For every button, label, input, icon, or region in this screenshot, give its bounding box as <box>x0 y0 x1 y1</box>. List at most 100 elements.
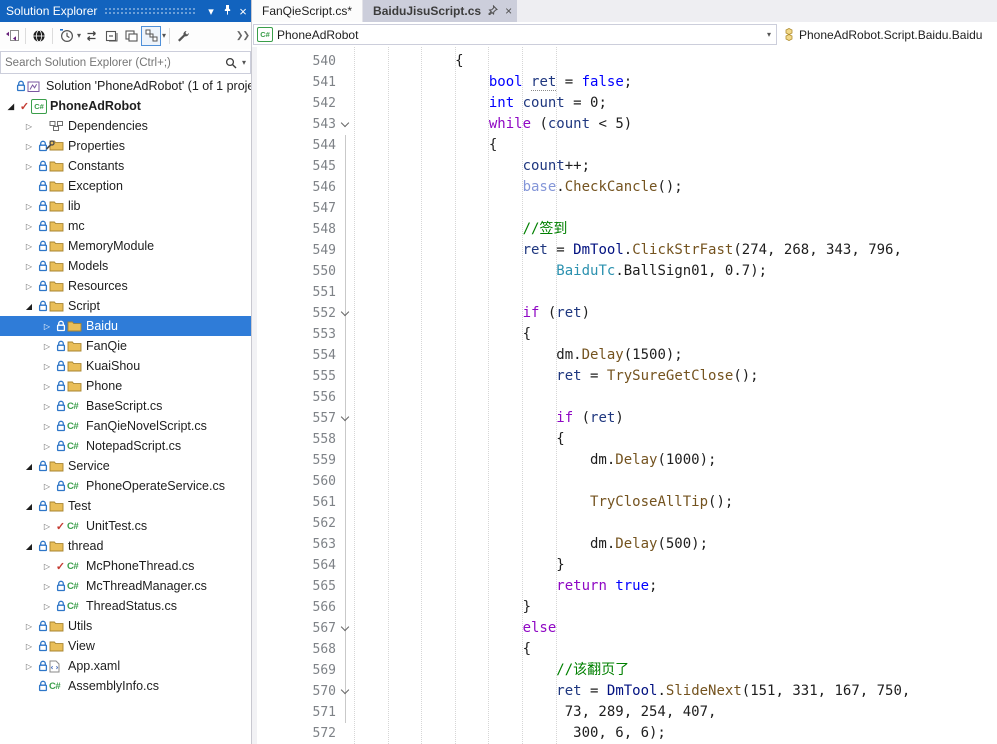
code-line[interactable]: 549 ret = DmTool.ClickStrFast(274, 268, … <box>252 240 997 261</box>
code-line[interactable]: 563 dm.Delay(500); <box>252 534 997 555</box>
code-line[interactable]: 558 { <box>252 429 997 450</box>
tree-item-resources[interactable]: ▷ Resources <box>0 276 251 296</box>
expander-closed-icon[interactable]: ▷ <box>22 622 36 631</box>
code-line[interactable]: 544 { <box>252 135 997 156</box>
code-line[interactable]: 552 if (ret) <box>252 303 997 324</box>
code-line[interactable]: 560 <box>252 471 997 492</box>
settings-wrench-icon[interactable] <box>173 26 193 46</box>
code-line[interactable]: 562 <box>252 513 997 534</box>
sync-icon[interactable] <box>81 26 101 46</box>
code-line[interactable]: 553 { <box>252 324 997 345</box>
tree-item-mc[interactable]: ▷ mc <box>0 216 251 236</box>
code-line[interactable]: 556 <box>252 387 997 408</box>
tree-item-lib[interactable]: ▷ lib <box>0 196 251 216</box>
tree-item-exception[interactable]: Exception <box>0 176 251 196</box>
expander-open-icon[interactable]: ◢ <box>22 502 36 511</box>
fold-chevron-icon[interactable] <box>338 303 352 324</box>
pin-icon[interactable] <box>219 4 235 18</box>
code-line[interactable]: 559 dm.Delay(1000); <box>252 450 997 471</box>
expander-closed-icon[interactable]: ▷ <box>40 522 54 531</box>
tree-item-mcphonethread-cs[interactable]: ▷ ✓ C# McPhoneThread.cs <box>0 556 251 576</box>
drag-grip[interactable] <box>104 6 196 16</box>
expander-closed-icon[interactable]: ▷ <box>40 382 54 391</box>
open-files-filter-icon[interactable] <box>56 26 76 46</box>
tree-item-view[interactable]: ▷ View <box>0 636 251 656</box>
code-line[interactable]: 571 73, 289, 254, 407, <box>252 702 997 723</box>
expander-closed-icon[interactable]: ▷ <box>40 422 54 431</box>
member-dropdown[interactable]: PhoneAdRobot.Script.Baidu.Baidu <box>782 28 997 42</box>
expander-closed-icon[interactable]: ▷ <box>22 222 36 231</box>
collapse-all-icon[interactable] <box>101 26 121 46</box>
tree-item-assemblyinfo-cs[interactable]: C# AssemblyInfo.cs <box>0 676 251 696</box>
code-line[interactable]: 567 else <box>252 618 997 639</box>
project-dropdown[interactable]: C# PhoneAdRobot ▾ <box>253 24 777 45</box>
expander-closed-icon[interactable]: ▷ <box>40 562 54 571</box>
close-icon[interactable]: × <box>235 4 251 19</box>
fold-chevron-icon[interactable] <box>338 408 352 429</box>
code-line[interactable]: 547 <box>252 198 997 219</box>
expander-closed-icon[interactable]: ▷ <box>22 242 36 251</box>
search-input[interactable] <box>1 56 225 69</box>
expander-closed-icon[interactable]: ▷ <box>22 642 36 651</box>
code-line[interactable]: 554 dm.Delay(1500); <box>252 345 997 366</box>
code-line[interactable]: 565 return true; <box>252 576 997 597</box>
tree-item-phoneadrobot[interactable]: ◢ ✓ C# PhoneAdRobot <box>0 96 251 116</box>
tree-item-script[interactable]: ◢ Script <box>0 296 251 316</box>
code-line[interactable]: 543 while (count < 5) <box>252 114 997 135</box>
code-line[interactable]: 545 count++; <box>252 156 997 177</box>
properties-icon[interactable] <box>121 26 141 46</box>
code-line[interactable]: 570 ret = DmTool.SlideNext(151, 331, 167… <box>252 681 997 702</box>
search-options-icon[interactable]: ▾ <box>242 58 246 67</box>
expander-open-icon[interactable]: ◢ <box>4 102 18 111</box>
expander-open-icon[interactable]: ◢ <box>22 302 36 311</box>
fold-chevron-icon[interactable] <box>338 618 352 639</box>
tree-item-phoneoperateservice-cs[interactable]: ▷ C# PhoneOperateService.cs <box>0 476 251 496</box>
expander-closed-icon[interactable]: ▷ <box>40 342 54 351</box>
expander-closed-icon[interactable]: ▷ <box>40 602 54 611</box>
code-line[interactable]: 569 //该翻页了 <box>252 660 997 681</box>
expander-closed-icon[interactable]: ▷ <box>40 322 54 331</box>
tree-item-properties[interactable]: ▷ Properties <box>0 136 251 156</box>
tree-item-utils[interactable]: ▷ Utils <box>0 616 251 636</box>
code-line[interactable]: 550 BaiduTc.BallSign01, 0.7); <box>252 261 997 282</box>
code-editor[interactable]: 540 {541 bool ret = false; 542 int count … <box>252 47 997 744</box>
fold-chevron-icon[interactable] <box>338 681 352 702</box>
close-tab-icon[interactable]: × <box>505 4 512 18</box>
search-box[interactable]: ▾ <box>0 51 251 74</box>
tree-item-memorymodule[interactable]: ▷ MemoryModule <box>0 236 251 256</box>
switch-views-icon[interactable] <box>2 26 22 46</box>
window-position-icon[interactable]: ▾ <box>203 5 219 18</box>
code-line[interactable]: 548 //签到 <box>252 219 997 240</box>
expander-closed-icon[interactable]: ▷ <box>22 142 36 151</box>
expander-closed-icon[interactable]: ▷ <box>40 362 54 371</box>
code-line[interactable]: 568 { <box>252 639 997 660</box>
pending-changes-filter-icon[interactable] <box>29 26 49 46</box>
code-line[interactable]: 555 ret = TrySureGetClose(); <box>252 366 997 387</box>
tree-item-models[interactable]: ▷ Models <box>0 256 251 276</box>
expander-closed-icon[interactable]: ▷ <box>22 662 36 671</box>
tree-item-mcthreadmanager-cs[interactable]: ▷ C# McThreadManager.cs <box>0 576 251 596</box>
solution-explorer-titlebar[interactable]: Solution Explorer ▾ × <box>0 0 251 22</box>
code-line[interactable]: 557 if (ret) <box>252 408 997 429</box>
tree-item-kuaishou[interactable]: ▷ KuaiShou <box>0 356 251 376</box>
code-line[interactable]: 561 TryCloseAllTip(); <box>252 492 997 513</box>
tree-item-basescript-cs[interactable]: ▷ C# BaseScript.cs <box>0 396 251 416</box>
expander-closed-icon[interactable]: ▷ <box>22 122 36 131</box>
code-line[interactable]: 564 } <box>252 555 997 576</box>
expander-closed-icon[interactable]: ▷ <box>40 442 54 451</box>
fold-chevron-icon[interactable] <box>338 114 352 135</box>
tree-item-constants[interactable]: ▷ Constants <box>0 156 251 176</box>
tree-item-phone[interactable]: ▷ Phone <box>0 376 251 396</box>
tree-item-dependencies[interactable]: ▷ Dependencies <box>0 116 251 136</box>
tree-item-service[interactable]: ◢ Service <box>0 456 251 476</box>
tab-baidujisuscript[interactable]: BaiduJisuScript.cs × <box>363 0 518 22</box>
expander-closed-icon[interactable]: ▷ <box>40 402 54 411</box>
chevron-down-icon[interactable]: ▾ <box>767 30 771 39</box>
expander-closed-icon[interactable]: ▷ <box>22 202 36 211</box>
tree-item-test[interactable]: ◢ Test <box>0 496 251 516</box>
expander-closed-icon[interactable]: ▷ <box>40 582 54 591</box>
tree-item-unittest-cs[interactable]: ▷ ✓ C# UnitTest.cs <box>0 516 251 536</box>
code-line[interactable]: 546 base.CheckCancle(); <box>252 177 997 198</box>
search-icon[interactable] <box>225 57 237 69</box>
overflow-icon[interactable]: ❯❯ <box>236 30 250 41</box>
